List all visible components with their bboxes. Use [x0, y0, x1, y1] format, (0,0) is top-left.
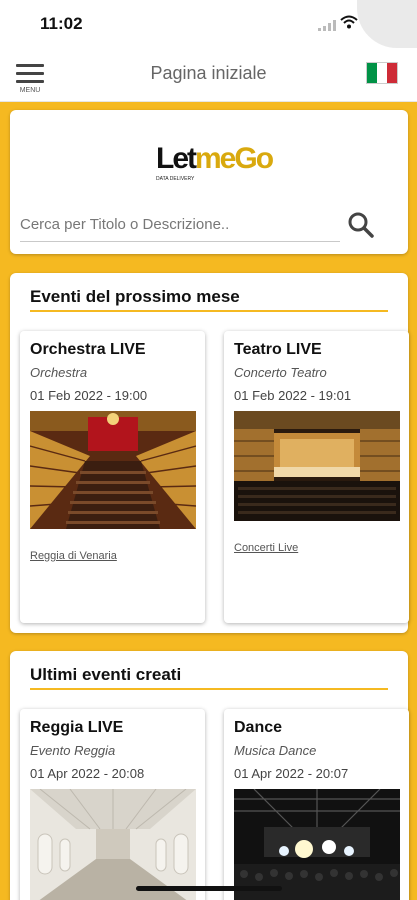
- logo-text: LetmeGo: [156, 142, 274, 176]
- search-card: LetmeGo DATA DELIVERY: [10, 110, 408, 254]
- event-date: 01 Apr 2022 - 20:08: [30, 766, 145, 781]
- event-title: Teatro LIVE: [234, 341, 322, 358]
- event-category: Evento Reggia: [30, 743, 116, 758]
- flag-stripe-green: [367, 63, 377, 83]
- event-title: Reggia LIVE: [30, 719, 124, 736]
- wifi-icon: [340, 15, 358, 29]
- cellular-signal-icon: [318, 20, 336, 31]
- page-title: Pagina iniziale: [150, 63, 267, 83]
- event-card-orchestra[interactable]: Orchestra LIVE Orchestra 01 Feb 2022 - 1…: [20, 331, 205, 623]
- flag-stripe-red: [387, 63, 397, 83]
- event-category: Concerto Teatro: [234, 365, 327, 380]
- status-bar: 11:02: [0, 0, 417, 48]
- logo-subtitle: DATA DELIVERY: [156, 176, 195, 182]
- italian-flag-icon[interactable]: [366, 62, 398, 84]
- home-indicator: [136, 886, 282, 891]
- event-card-reggia[interactable]: Reggia LIVE Evento Reggia 01 Apr 2022 - …: [20, 709, 205, 900]
- section-next-month: Eventi del prossimo mese Orchestra LIVE …: [10, 273, 409, 633]
- event-date: 01 Feb 2022 - 19:00: [30, 388, 148, 403]
- event-location-link[interactable]: Concerti Live: [234, 542, 298, 554]
- event-image-baroque-gallery[interactable]: [30, 789, 196, 900]
- event-card-dance[interactable]: Dance Musica Dance 01 Apr 2022 - 20:07: [224, 709, 409, 900]
- section-divider: [30, 310, 388, 312]
- status-time: 11:02: [40, 14, 83, 33]
- letmego-logo: LetmeGo DATA DELIVERY: [156, 142, 274, 182]
- logo-text-gold: meGo: [195, 142, 274, 175]
- event-date: 01 Feb 2022 - 19:01: [234, 388, 352, 403]
- event-title: Orchestra LIVE: [30, 341, 146, 358]
- flag-stripe-white: [377, 63, 387, 83]
- section-title: Eventi del prossimo mese: [30, 287, 240, 306]
- section-latest-events: Ultimi eventi creati Reggia LIVE Evento …: [10, 651, 409, 900]
- logo-text-dark: Let: [156, 142, 197, 175]
- event-date: 01 Apr 2022 - 20:07: [234, 766, 349, 781]
- event-image-concert-hall[interactable]: [234, 411, 400, 521]
- section-divider: [30, 688, 388, 690]
- event-image-stage-lights[interactable]: [234, 789, 400, 900]
- search-icon[interactable]: [346, 210, 376, 240]
- event-image-opera-theatre[interactable]: [30, 411, 196, 529]
- event-card-teatro[interactable]: Teatro LIVE Concerto Teatro 01 Feb 2022 …: [224, 331, 409, 623]
- event-category: Orchestra: [30, 365, 88, 380]
- app-header: MENU Pagina iniziale: [0, 48, 417, 102]
- section-title: Ultimi eventi creati: [30, 665, 182, 684]
- search-input[interactable]: [20, 208, 340, 242]
- event-category: Musica Dance: [234, 743, 317, 758]
- menu-label: MENU: [19, 87, 41, 94]
- event-title: Dance: [234, 719, 283, 736]
- battery-indicator: [357, 0, 417, 48]
- event-location-link[interactable]: Reggia di Venaria: [30, 550, 117, 562]
